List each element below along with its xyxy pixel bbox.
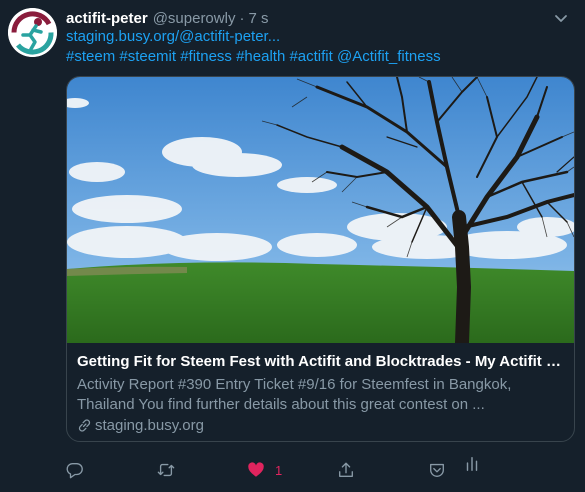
tweet-actions: 1	[66, 456, 486, 482]
steem-save-icon	[430, 463, 444, 477]
analytics-icon	[466, 456, 478, 472]
separator-dot: ·	[239, 9, 245, 27]
actifit-logo-icon	[8, 8, 57, 57]
like-button[interactable]: 1	[247, 458, 282, 482]
steem-save-button[interactable]	[428, 458, 446, 482]
retweet-button[interactable]	[157, 458, 175, 482]
tweet-header: actifit-peter @superowly · 7 s	[66, 8, 268, 28]
card-domain-text: staging.busy.org	[95, 416, 204, 434]
tweet-link[interactable]: staging.busy.org/@actifit-peter...	[66, 28, 280, 48]
tweet-menu-button[interactable]	[551, 8, 571, 28]
author-name[interactable]: actifit-peter	[66, 10, 148, 27]
link-icon	[78, 418, 91, 432]
card-title[interactable]: Getting Fit for Steem Fest with Actifit …	[77, 353, 567, 370]
link-preview-card[interactable]: Getting Fit for Steem Fest with Actifit …	[66, 76, 575, 442]
card-description-line2: Thailand You find further details about …	[77, 396, 485, 413]
card-domain: staging.busy.org	[77, 415, 204, 435]
share-button[interactable]	[337, 458, 355, 482]
timestamp[interactable]: 7 s	[248, 10, 268, 27]
chevron-down-icon	[555, 15, 567, 22]
tweet-hashtags[interactable]: #steem #steemit #fitness #health #actifi…	[66, 48, 441, 68]
heart-icon	[248, 462, 264, 477]
share-icon	[339, 462, 353, 477]
avatar[interactable]	[8, 8, 57, 57]
card-description-line1: Activity Report #390 Entry Ticket #9/16 …	[77, 376, 512, 393]
reply-button[interactable]	[66, 458, 84, 482]
card-image[interactable]	[67, 77, 574, 343]
analytics-button[interactable]	[463, 452, 481, 476]
retweet-icon	[157, 463, 175, 477]
card-description: Activity Report #390 Entry Ticket #9/16 …	[77, 375, 567, 415]
like-count: 1	[275, 462, 283, 478]
reply-icon	[66, 463, 83, 479]
author-handle[interactable]: @superowly	[153, 10, 236, 27]
tweet[interactable]: actifit-peter @superowly · 7 s staging.b…	[0, 0, 585, 492]
tree-landscape-image	[67, 77, 574, 343]
